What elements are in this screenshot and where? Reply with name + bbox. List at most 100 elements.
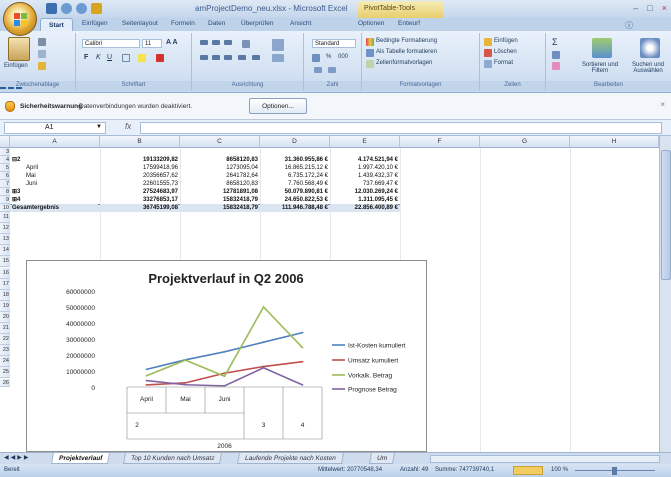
cell-d[interactable]: 24.650.822,53 €	[260, 196, 328, 204]
row-header[interactable]: 19	[0, 300, 10, 312]
cell-a[interactable]: ⊟2	[12, 156, 98, 164]
cell-d[interactable]: 6.735.172,24 €	[260, 172, 328, 180]
tab-entwurf[interactable]: Entwurf	[398, 20, 420, 27]
row-header[interactable]: 17	[0, 278, 10, 290]
cell-c[interactable]: 12781891,08	[180, 188, 258, 196]
format-as-table-icon[interactable]	[366, 49, 374, 57]
row-header[interactable]: 20	[0, 311, 10, 323]
cell-d[interactable]	[260, 148, 328, 156]
row-header[interactable]: 6	[0, 172, 10, 180]
row-header[interactable]: 21	[0, 323, 10, 334]
format-cells-button[interactable]: Format	[494, 60, 513, 66]
conditional-format-button[interactable]: Bedingte Formatierung	[376, 38, 437, 44]
tab-seitenlayout[interactable]: Seitenlayout	[122, 20, 158, 27]
cell-styles-button[interactable]: Zellenformatvorlagen	[376, 60, 432, 66]
select-all-corner[interactable]	[0, 136, 10, 148]
format-painter-icon[interactable]	[38, 62, 46, 70]
currency-icon[interactable]	[312, 54, 320, 62]
row-header[interactable]: 15	[0, 256, 10, 268]
zoom-level[interactable]: 100 %	[551, 467, 568, 473]
format-cells-icon[interactable]	[484, 60, 492, 68]
column-header-d[interactable]: D	[260, 136, 330, 148]
row-header[interactable]: 22	[0, 334, 10, 346]
insert-cells-button[interactable]: Einfügen	[494, 38, 518, 44]
zoom-slider-thumb[interactable]	[612, 467, 617, 475]
row-header[interactable]: 25	[0, 367, 10, 379]
restore-button[interactable]: □	[647, 3, 652, 13]
cell-b[interactable]	[100, 148, 178, 156]
tab-daten[interactable]: Daten	[208, 20, 225, 27]
minimize-button[interactable]: –	[633, 3, 638, 13]
delete-cells-icon[interactable]	[484, 49, 492, 57]
save-icon[interactable]	[46, 3, 57, 14]
column-header-b[interactable]: B	[100, 136, 180, 148]
insert-cells-icon[interactable]	[484, 38, 492, 46]
cell-c[interactable]: 2641782,64	[180, 172, 258, 180]
tab-start[interactable]: Start	[40, 18, 73, 32]
options-button[interactable]: Optionen...	[249, 98, 307, 114]
undo-icon[interactable]	[61, 3, 72, 14]
italic-button[interactable]: K	[96, 54, 101, 61]
cell-a[interactable]	[12, 148, 98, 156]
autosum-icon[interactable]: Σ	[552, 37, 558, 47]
align-left-icon[interactable]	[200, 55, 208, 60]
cell-b[interactable]: 17599418,96	[100, 164, 178, 172]
tab-formeln[interactable]: Formeln	[171, 20, 195, 27]
cell-b[interactable]: 36745199,08	[100, 204, 178, 212]
row-header[interactable]: 13	[0, 234, 10, 246]
name-box[interactable]: A1 ▼	[4, 122, 106, 134]
paste-button[interactable]: Einfügen	[4, 63, 28, 69]
cell-styles-icon[interactable]	[366, 60, 374, 68]
decrease-indent-icon[interactable]	[238, 55, 246, 60]
column-header-f[interactable]: F	[400, 136, 480, 148]
align-center-icon[interactable]	[212, 55, 220, 60]
underline-button[interactable]: U	[107, 54, 112, 61]
cell-e[interactable]: 1.439.432,37 €	[330, 172, 398, 180]
cell-b[interactable]: 27524683,97	[100, 188, 178, 196]
row-header[interactable]: 18	[0, 289, 10, 301]
grow-font-icon[interactable]: A A	[166, 39, 178, 46]
cell-e[interactable]: 12.030.269,24 €	[330, 188, 398, 196]
cell-e[interactable]: 1.311.095,45 €	[330, 196, 398, 204]
cut-icon[interactable]	[38, 38, 46, 46]
cell-c[interactable]: 15832418,79	[180, 204, 258, 212]
cell-b[interactable]: 22601555,73	[100, 180, 178, 188]
cell-e[interactable]: 1.997.420,10 €	[330, 164, 398, 172]
align-middle-icon[interactable]	[212, 40, 220, 45]
row-header[interactable]: 5	[0, 164, 10, 172]
help-icon[interactable]: ⓘ	[625, 20, 633, 31]
row-header[interactable]: 14	[0, 245, 10, 257]
orientation-icon[interactable]	[242, 40, 250, 48]
cell-d[interactable]: 31.360.955,86 €	[260, 156, 328, 164]
scrollbar-thumb[interactable]	[661, 150, 671, 280]
cell-e[interactable]: 4.174.521,94 €	[330, 156, 398, 164]
increase-decimal-icon[interactable]	[314, 67, 322, 73]
sheet-tab-um[interactable]: Um	[369, 453, 396, 464]
row-header[interactable]: 8	[0, 188, 10, 196]
sheet-tab-projektverlauf[interactable]: Projektverlauf	[51, 453, 111, 464]
column-header-c[interactable]: C	[180, 136, 260, 148]
cell-a[interactable]: ⊞4	[12, 196, 98, 204]
office-button[interactable]	[3, 2, 37, 36]
worksheet-grid[interactable]: A B C D E F G H 3 4 ⊟2 19133209,82 8658120,8…	[0, 136, 659, 452]
increase-indent-icon[interactable]	[252, 55, 260, 60]
cell-c[interactable]: 8658120,83	[180, 180, 258, 188]
cell-e[interactable]: 22.856.400,89 €	[330, 204, 398, 212]
cell-d[interactable]: 16.865.215,12 €	[260, 164, 328, 172]
fill-color-icon[interactable]	[138, 54, 146, 62]
wrap-text-icon[interactable]	[272, 39, 284, 51]
delete-cells-button[interactable]: Löschen	[494, 49, 517, 55]
cell-b[interactable]: 19133209,82	[100, 156, 178, 164]
bold-button[interactable]: F	[84, 54, 88, 61]
number-format-combo[interactable]: Standard	[312, 39, 356, 48]
cell-a[interactable]: Gesamtergebnis	[12, 204, 98, 212]
cell-e[interactable]	[330, 148, 398, 156]
close-warning-icon[interactable]: ×	[660, 100, 665, 109]
horizontal-scrollbar[interactable]	[430, 455, 660, 463]
column-header-h[interactable]: H	[570, 136, 659, 148]
cell-d[interactable]: 50.079.890,81 €	[260, 188, 328, 196]
find-select-icon[interactable]	[640, 38, 660, 58]
redo-icon[interactable]	[76, 3, 87, 14]
merge-cells-icon[interactable]	[272, 54, 284, 62]
formula-input[interactable]	[140, 122, 662, 134]
